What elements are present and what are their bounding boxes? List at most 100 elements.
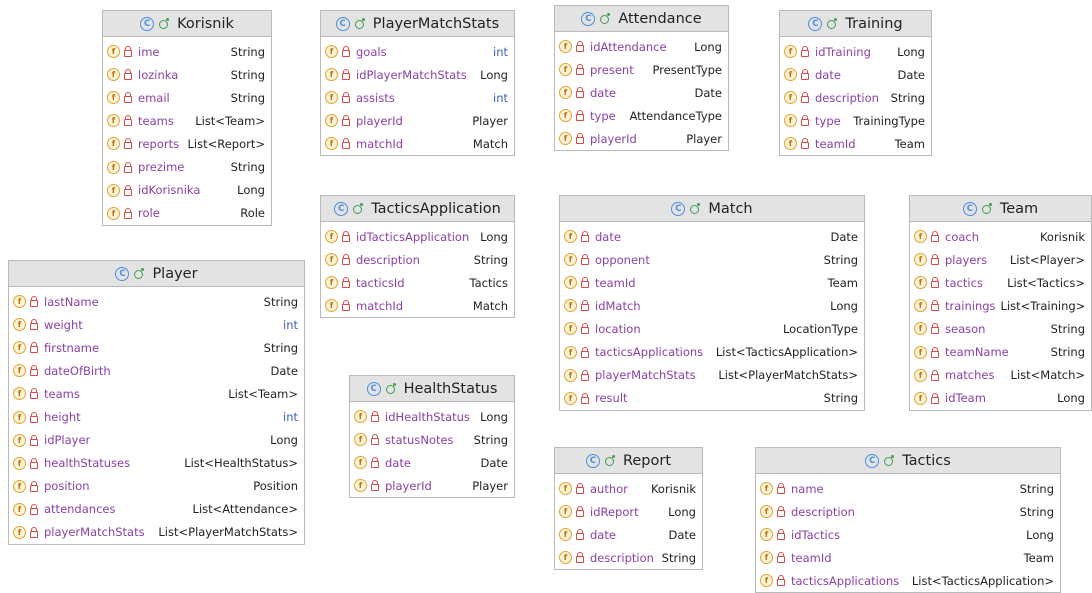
field-row[interactable]: f playerId Player [555,127,728,150]
field-row[interactable]: f email String [103,86,271,109]
field-row[interactable]: f matches List<Match> [910,364,1091,387]
field-row[interactable]: f playerId Player [321,109,514,132]
field-row[interactable]: f idReport Long [555,500,702,523]
class-box-match[interactable]: C Match f date Date f opponent String f teamId Tea… [559,195,865,411]
field-row[interactable]: f height int [9,405,304,428]
field-row[interactable]: f weight int [9,313,304,336]
class-box-tactics-application[interactable]: C TacticsApplication f idTacticsApplication… [320,195,515,319]
field-row[interactable]: f season String [910,317,1091,340]
field-row[interactable]: f teamId Team [780,132,931,155]
class-box-health-status[interactable]: C HealthStatus f idHealthStatus Long f statusN… [349,375,515,499]
field-row[interactable]: f type AttendanceType [555,104,728,127]
field-row[interactable]: f coach Korisnik [910,225,1091,248]
field-row[interactable]: f matchId Match [321,294,514,317]
class-header[interactable]: C HealthStatus [350,376,514,402]
field-row[interactable]: f role Role [103,202,271,225]
field-row[interactable]: f date Date [560,225,864,248]
field-row[interactable]: f idAttendance Long [555,35,728,58]
field-row[interactable]: f attendances List<Attendance> [9,498,304,521]
field-row[interactable]: f location LocationType [560,317,864,340]
private-lock-icon [342,46,350,58]
field-row[interactable]: f opponent String [560,248,864,271]
field-row[interactable]: f playerMatchStats List<PlayerMatchStats> [9,521,304,544]
class-box-tactics[interactable]: C Tactics f name String f description String f id… [755,447,1061,593]
field-row[interactable]: f position Position [9,475,304,498]
field-type: String [1050,345,1085,360]
field-icon: f [914,230,927,244]
field-row[interactable]: f statusNotes String [350,428,514,451]
field-row[interactable]: f players List<Player> [910,248,1091,271]
field-row[interactable]: f idTactics Long [756,523,1060,546]
class-header[interactable]: C Player [9,261,304,287]
class-box-team[interactable]: C Team f coach Korisnik f players List<Player> f… [909,195,1092,411]
field-row[interactable]: f tacticsApplications List<TacticsApplicat… [756,569,1060,592]
field-row[interactable]: f description String [321,248,514,271]
class-header[interactable]: C Korisnik [103,11,271,37]
field-row[interactable]: f present PresentType [555,58,728,81]
field-row[interactable]: f date Date [555,523,702,546]
class-header[interactable]: C Report [555,448,702,474]
field-row[interactable]: f idTraining Long [780,40,931,63]
field-row[interactable]: f trainings List<Training> [910,294,1091,317]
class-box-player-match-stats[interactable]: C PlayerMatchStats f goals int f idPlayerMatch… [320,10,515,157]
field-row[interactable]: f date Date [555,81,728,104]
class-header[interactable]: C PlayerMatchStats [321,11,514,37]
field-row[interactable]: f tacticsApplications List<TacticsApplicat… [560,340,864,363]
class-box-korisnik[interactable]: C Korisnik f ime String f lozinka String f email S… [102,10,272,226]
field-row[interactable]: f ime String [103,40,271,63]
field-row[interactable]: f goals int [321,40,514,63]
field-row[interactable]: f healthStatuses List<HealthStatus> [9,452,304,475]
field-row[interactable]: f description String [780,86,931,109]
field-row[interactable]: f idPlayer Long [9,429,304,452]
field-name: matchId [356,136,404,151]
field-row[interactable]: f playerId Player [350,474,514,497]
class-header[interactable]: C TacticsApplication [321,196,514,222]
class-header[interactable]: C Attendance [555,6,728,32]
field-row[interactable]: f tacticsId Tactics [321,271,514,294]
field-type: String [230,160,265,175]
class-box-report[interactable]: C Report f author Korisnik f idReport Long f date… [554,447,703,571]
class-box-player[interactable]: C Player f lastName String f weight int f firstna… [8,260,305,546]
field-row[interactable]: f author Korisnik [555,477,702,500]
field-row[interactable]: f lastName String [9,290,304,313]
field-row[interactable]: f type TrainingType [780,109,931,132]
field-row[interactable]: f idMatch Long [560,294,864,317]
field-icon: f [914,276,927,290]
field-row[interactable]: f prezime String [103,155,271,178]
field-row[interactable]: f teamId Team [756,546,1060,569]
field-row[interactable]: f idTeam Long [910,387,1091,410]
field-row[interactable]: f idTacticsApplication Long [321,225,514,248]
field-row[interactable]: f lozinka String [103,63,271,86]
class-header[interactable]: C Training [780,11,931,37]
field-row[interactable]: f teamName String [910,340,1091,363]
field-row[interactable]: f date Date [780,63,931,86]
field-row[interactable]: f matchId Match [321,132,514,155]
field-name: present [590,62,634,77]
private-lock-icon [931,369,939,381]
field-row[interactable]: f firstname String [9,336,304,359]
field-row[interactable]: f dateOfBirth Date [9,359,304,382]
field-icon: f [784,68,797,82]
field-row[interactable]: f teamId Team [560,271,864,294]
field-row[interactable]: f date Date [350,451,514,474]
class-header[interactable]: C Team [910,196,1091,222]
class-box-attendance[interactable]: C Attendance f idAttendance Long f present Pres… [554,5,729,152]
class-header[interactable]: C Match [560,196,864,222]
field-name: teamName [945,345,1009,360]
field-row[interactable]: f description String [756,500,1060,523]
private-lock-icon [342,69,350,81]
field-row[interactable]: f idPlayerMatchStats Long [321,63,514,86]
field-row[interactable]: f result String [560,387,864,410]
field-row[interactable]: f reports List<Report> [103,132,271,155]
class-header[interactable]: C Tactics [756,448,1060,474]
field-row[interactable]: f tactics List<Tactics> [910,271,1091,294]
field-row[interactable]: f name String [756,477,1060,500]
field-row[interactable]: f idKorisnika Long [103,179,271,202]
field-row[interactable]: f description String [555,546,702,569]
field-row[interactable]: f playerMatchStats List<PlayerMatchStats> [560,364,864,387]
field-row[interactable]: f teams List<Team> [103,109,271,132]
class-box-training[interactable]: C Training f idTraining Long f date Date f descri… [779,10,932,157]
field-row[interactable]: f idHealthStatus Long [350,405,514,428]
field-row[interactable]: f teams List<Team> [9,382,304,405]
field-row[interactable]: f assists int [321,86,514,109]
